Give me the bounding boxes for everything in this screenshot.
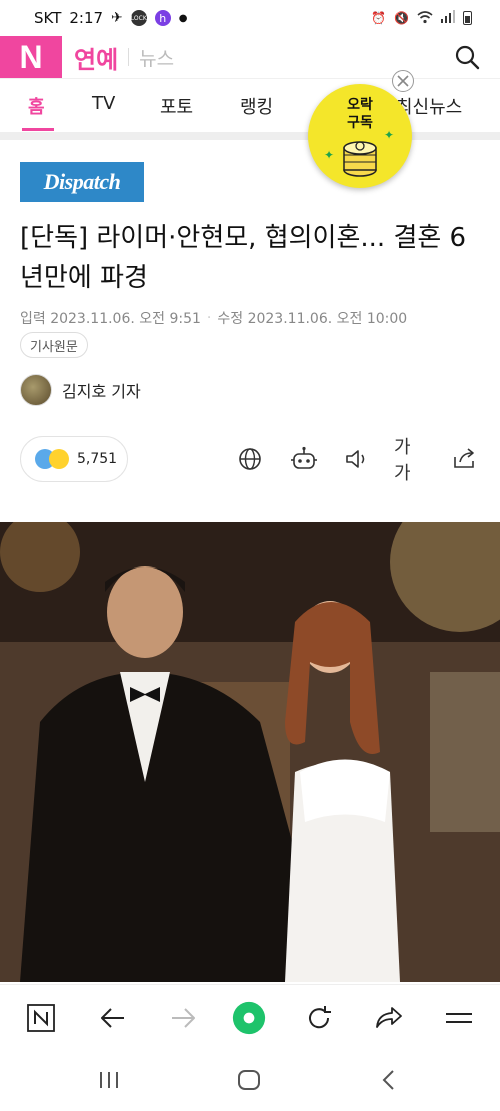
hamburger-icon xyxy=(446,1013,472,1023)
share-icon xyxy=(454,448,474,468)
naver-n-icon xyxy=(27,1004,55,1032)
promo-line-2: 구독 xyxy=(347,115,373,131)
forward-button[interactable] xyxy=(166,1001,200,1035)
signal-icon xyxy=(441,10,455,26)
green-dot-button[interactable] xyxy=(232,1001,266,1035)
arrow-left-icon xyxy=(101,1008,124,1028)
header-divider xyxy=(128,48,130,66)
more-notifications-icon: ● xyxy=(178,12,188,24)
h-app-icon: h xyxy=(154,10,171,26)
modify-date: 수정 2023.11.06. 오전 10:00 xyxy=(217,311,408,327)
thumbs-up-emoji-icon xyxy=(49,449,69,469)
section-title[interactable]: 연예 xyxy=(74,40,118,75)
battery-icon xyxy=(463,11,472,25)
reaction-count: 5,751 xyxy=(77,451,118,467)
share-button[interactable] xyxy=(450,444,480,474)
home-icon xyxy=(238,1070,260,1090)
font-size-button[interactable]: 가가 xyxy=(394,437,426,484)
promo-line-1: 오락 xyxy=(347,97,373,113)
speaker-icon xyxy=(346,450,365,468)
press-name: Dispatch xyxy=(43,169,121,194)
original-article-button[interactable]: 기사원문 xyxy=(20,332,88,358)
naver-home-button[interactable] xyxy=(24,1001,58,1035)
article-title: [단독] 라이머·안현모, 협의이혼... 결혼 6년만에 파경 xyxy=(20,223,467,293)
translate-button[interactable] xyxy=(236,444,264,474)
globe-icon xyxy=(239,448,261,470)
carrier-label: SKT xyxy=(34,9,62,27)
section-tabs: 홈 TV 포토 랭킹 최신뉴스 xyxy=(0,78,500,132)
share-page-button[interactable] xyxy=(372,1001,406,1035)
lock-app-icon: LOCK xyxy=(130,10,147,26)
alarm-icon: ⏰ xyxy=(371,11,387,25)
robot-icon xyxy=(291,446,317,469)
menu-button[interactable] xyxy=(442,1001,476,1035)
tab-ranking[interactable]: 랭킹 xyxy=(240,93,273,119)
section-separator xyxy=(0,132,500,140)
system-navigation-bar xyxy=(0,1050,500,1111)
tab-tv[interactable]: TV xyxy=(92,93,115,114)
back-nav-button[interactable] xyxy=(378,1068,400,1096)
search-button[interactable] xyxy=(452,42,482,72)
recent-apps-icon xyxy=(100,1072,118,1088)
recent-apps-button[interactable] xyxy=(96,1068,122,1096)
subscribe-promo-bubble[interactable]: 오락 구독 ✦ ✦ xyxy=(308,84,412,188)
close-icon xyxy=(397,75,409,87)
promo-text: 오락 구독 xyxy=(308,96,412,132)
app-header: N 연예 뉴스 xyxy=(0,36,500,78)
author-avatar xyxy=(20,374,52,406)
reload-button[interactable] xyxy=(302,1001,336,1035)
tab-home[interactable]: 홈 xyxy=(28,93,45,119)
read-aloud-button[interactable] xyxy=(342,444,372,474)
status-bar: SKT 2:17 ✈ LOCK h ● ⏰ 🔇 xyxy=(0,0,500,36)
author-name: 김지호 기자 xyxy=(62,382,141,401)
green-dot-icon xyxy=(232,1001,266,1035)
section-subtitle[interactable]: 뉴스 xyxy=(139,44,174,71)
input-date: 입력 2023.11.06. 오전 9:51 xyxy=(20,311,201,327)
clock: 2:17 xyxy=(69,9,104,27)
article-dates: 입력 2023.11.06. 오전 9:51 · 수정 2023.11.06. … xyxy=(20,308,407,328)
article-photo xyxy=(0,522,500,982)
sparkle-icon: ✦ xyxy=(324,148,335,162)
forward-share-icon xyxy=(376,1007,402,1028)
notification-icon: ✈ xyxy=(111,10,123,26)
coin-stack-icon xyxy=(343,141,377,177)
sparkle-icon: ✦ xyxy=(384,128,395,142)
naver-logo[interactable]: N xyxy=(0,36,62,78)
press-logo[interactable]: Dispatch xyxy=(20,162,144,202)
author-row[interactable]: 김지호 기자 xyxy=(20,374,141,406)
search-icon xyxy=(455,45,480,70)
arrow-right-icon xyxy=(172,1008,195,1028)
date-separator: · xyxy=(206,310,212,326)
home-button[interactable] xyxy=(236,1068,262,1096)
wifi-icon xyxy=(417,10,433,27)
mute-icon: 🔇 xyxy=(394,11,409,25)
browser-toolbar xyxy=(0,984,500,1050)
back-button[interactable] xyxy=(96,1001,130,1035)
chevron-left-icon xyxy=(382,1070,394,1090)
summary-bot-button[interactable] xyxy=(288,444,320,474)
tab-photo[interactable]: 포토 xyxy=(160,93,193,119)
promo-close-button[interactable] xyxy=(392,70,414,92)
active-tab-indicator xyxy=(22,128,54,131)
reaction-button[interactable]: 5,751 xyxy=(20,436,128,482)
reload-icon xyxy=(309,1006,331,1029)
wedding-photo-image xyxy=(0,522,500,982)
